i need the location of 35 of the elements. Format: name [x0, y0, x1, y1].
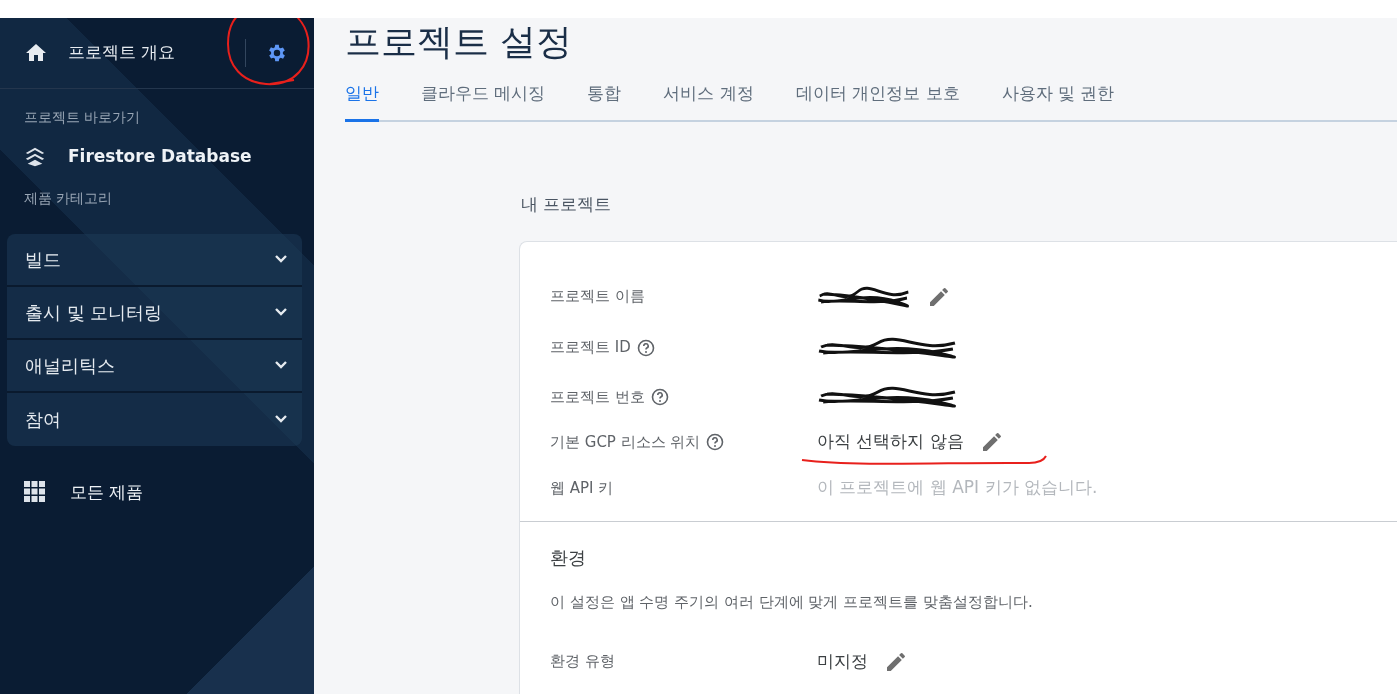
field-label: 기본 GCP 리소스 위치: [550, 431, 701, 453]
chevron-down-icon: [274, 254, 288, 264]
shortcut-item[interactable]: Firestore Database: [0, 143, 258, 171]
tab[interactable]: 통합: [587, 73, 622, 122]
all-products-link[interactable]: 모든 제품: [0, 478, 150, 506]
tab[interactable]: 일반: [345, 73, 379, 122]
field-value: 이 프로젝트에 웹 API 키가 없습니다.: [817, 476, 1098, 500]
section-label: 프로젝트 바로가기: [23, 108, 142, 127]
field-value: 아직 선택하지 않음: [817, 430, 964, 454]
tab[interactable]: 사용자 및 권한: [1001, 73, 1115, 122]
tab[interactable]: 클라우드 메시징: [421, 73, 546, 122]
tab[interactable]: 서비스 계정: [663, 73, 754, 122]
category-item[interactable]: 빌드: [7, 233, 302, 287]
category-item[interactable]: 애널리틱스: [7, 339, 302, 393]
field-label: 프로젝트 이름: [550, 286, 645, 308]
description: 이 설정은 앱 수명 주기의 여러 단계에 맞게 프로젝트를 맞춤설정합니다.: [549, 592, 1034, 614]
field-value: 미지정: [817, 649, 868, 673]
chevron-down-icon: [274, 360, 288, 370]
field-label: 웹 API 키: [550, 477, 614, 499]
chevron-down-icon: [274, 414, 288, 424]
overview-link[interactable]: 프로젝트 개요: [68, 40, 176, 66]
section-label: 제품 카테고리: [23, 188, 114, 208]
field-label: 환경 유형: [550, 651, 615, 673]
grid-icon: [24, 481, 46, 504]
layers-icon: [24, 145, 46, 168]
chevron-down-icon: [274, 307, 288, 317]
category-item[interactable]: 출시 및 모니터링: [7, 286, 302, 340]
section-title: 내 프로젝트: [521, 192, 613, 216]
tab[interactable]: 데이터 개인정보 보호: [795, 73, 960, 122]
page-title: 프로젝트 설정: [345, 20, 574, 64]
field-label: 프로젝트 ID: [550, 337, 631, 359]
category-item[interactable]: 참여: [7, 392, 302, 446]
field-label: 프로젝트 번호: [550, 386, 645, 408]
section-heading: 환경: [549, 546, 587, 571]
settings-icon: [266, 42, 288, 64]
